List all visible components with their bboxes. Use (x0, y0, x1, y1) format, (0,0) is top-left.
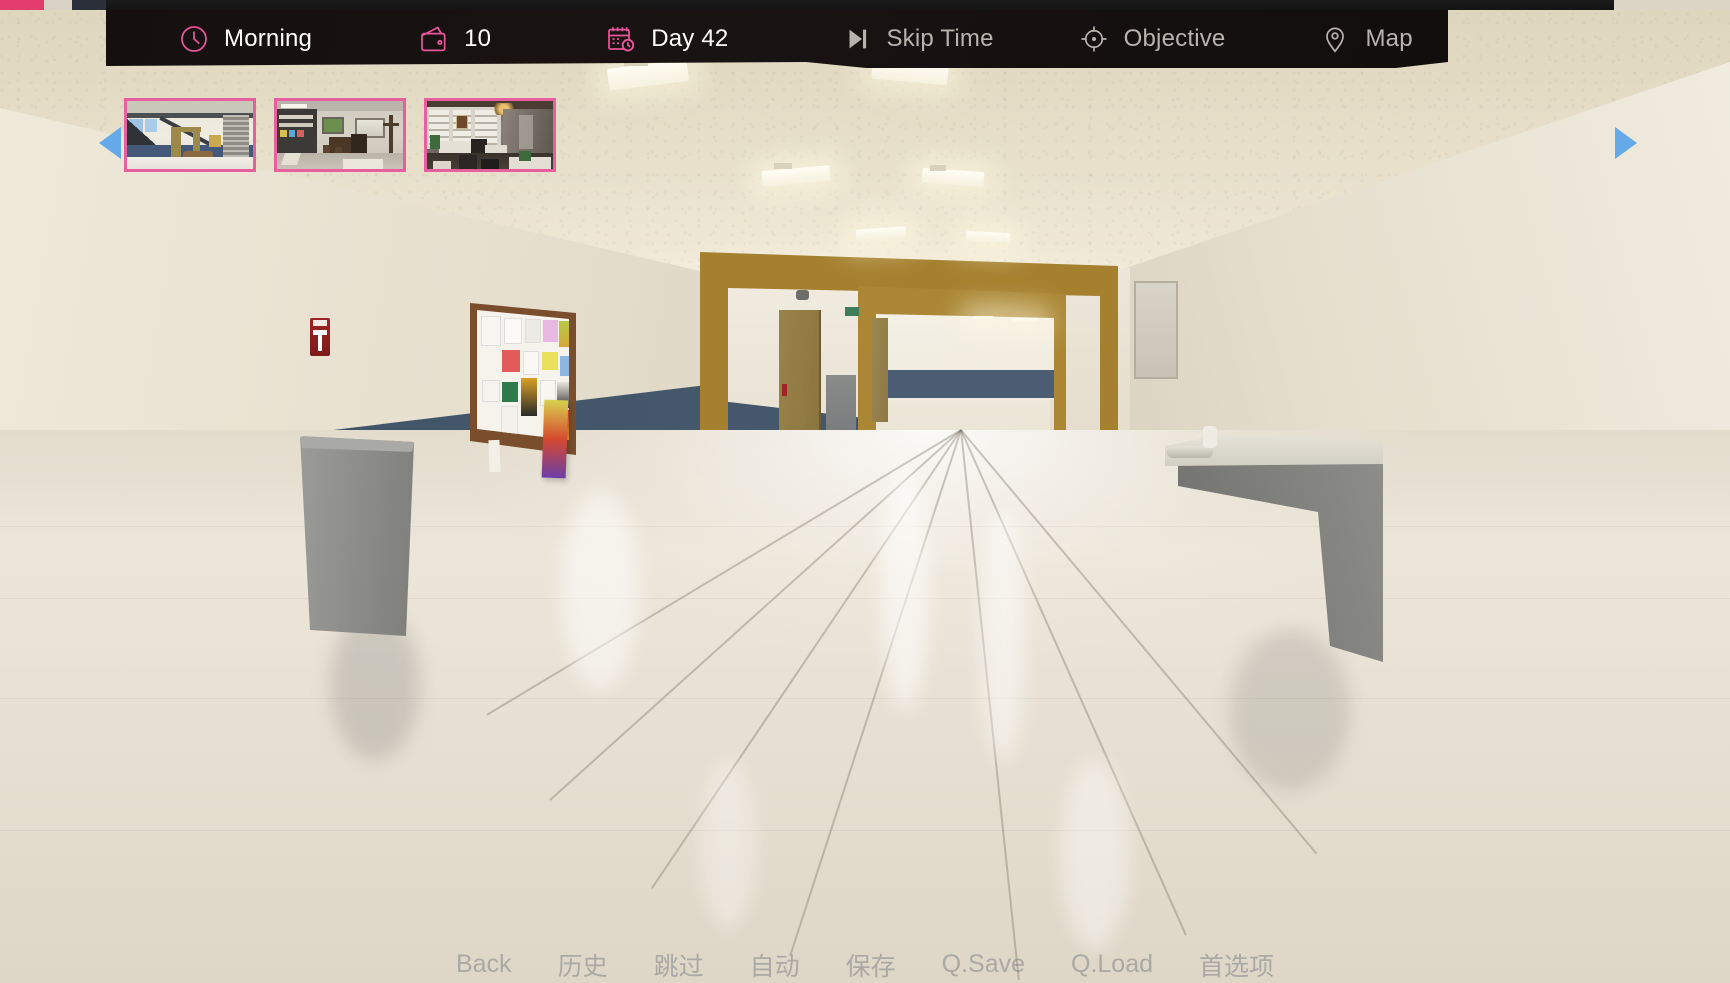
hud-map-button[interactable]: Map (1305, 10, 1426, 68)
flyer (502, 350, 520, 372)
ceiling-light (972, 316, 994, 321)
wall-speaker (796, 290, 809, 300)
chrome-tab (72, 0, 106, 10)
bulletin-paper-strip (488, 439, 501, 473)
skip-forward-icon (842, 24, 872, 54)
menu-save-button[interactable]: 保存 (846, 947, 896, 983)
hud-objective-label: Objective (1123, 25, 1226, 52)
flyer (543, 320, 558, 342)
location-prev-arrow[interactable] (99, 127, 121, 159)
trash-can (300, 436, 414, 636)
hud-time-of-day-label: Morning (224, 25, 313, 52)
menu-back-button[interactable]: Back (456, 950, 512, 979)
light-stem (930, 165, 946, 171)
flyer (481, 316, 501, 346)
hud-map-label: Map (1365, 25, 1413, 52)
clock-icon (178, 23, 210, 55)
menu-preferences-button[interactable]: 首选项 (1199, 947, 1274, 983)
target-icon (1078, 23, 1110, 55)
hud-money-label: 10 (464, 25, 492, 52)
menu-quick-load-button[interactable]: Q.Load (1071, 950, 1153, 979)
hud-skip-time-label: Skip Time (886, 25, 994, 52)
chrome-gap (44, 0, 72, 10)
flyer (525, 319, 541, 343)
menu-auto-button[interactable]: 自动 (750, 947, 800, 983)
floor (0, 429, 1730, 983)
location-thumbnail-classroom[interactable] (274, 98, 406, 172)
hud-top-bar: Morning 10 Day 42 Skip Time Objective Ma… (106, 10, 1448, 68)
hud-objective-button[interactable]: Objective (1064, 10, 1240, 68)
bottom-menu-bar: Back 历史 跳过 自动 保存 Q.Save Q.Load 首选项 (0, 946, 1730, 983)
hud-skip-time-button[interactable]: Skip Time (828, 10, 1007, 68)
flyer (502, 382, 518, 402)
hud-money[interactable]: 10 (404, 10, 505, 68)
map-pin-icon (1319, 23, 1351, 55)
chrome-right (1614, 0, 1730, 10)
hallway-door-far (872, 318, 888, 422)
location-thumbnail-strip (124, 98, 556, 172)
menu-quick-save-button[interactable]: Q.Save (942, 950, 1025, 979)
chrome-accent (0, 0, 44, 10)
flyer (559, 321, 569, 347)
bulletin-poster-hanging (541, 399, 569, 479)
hud-day-counter[interactable]: Day 42 (591, 10, 742, 68)
flyer (560, 356, 569, 376)
fire-alarm-far (782, 384, 787, 396)
ceiling-light (1012, 318, 1038, 324)
flyer (482, 380, 500, 402)
flyer (504, 318, 522, 344)
location-thumbnail-school-atrium[interactable] (124, 98, 256, 172)
hud-time-of-day[interactable]: Morning (164, 10, 326, 68)
menu-history-button[interactable]: 历史 (558, 947, 608, 983)
location-next-arrow[interactable] (1615, 127, 1637, 159)
wallet-icon (418, 23, 450, 55)
menu-skip-button[interactable]: 跳过 (654, 947, 704, 983)
flyer (523, 351, 539, 375)
window-chrome-sliver (0, 0, 1730, 10)
deep-corridor-wainscot (884, 370, 1060, 398)
location-thumbnail-study-office[interactable] (424, 98, 556, 172)
flyer (501, 406, 518, 436)
wall-panel-board (1134, 281, 1178, 379)
exit-sign (845, 307, 859, 316)
hud-day-counter-label: Day 42 (651, 25, 729, 52)
flyer (521, 378, 537, 416)
drinking-fountain-spout (1203, 426, 1217, 448)
light-stem (774, 163, 792, 169)
flyer (542, 352, 558, 370)
fire-alarm-pull-station (310, 318, 330, 356)
calendar-icon (605, 23, 637, 55)
game-screen: Morning 10 Day 42 Skip Time Objective Ma… (0, 0, 1730, 983)
